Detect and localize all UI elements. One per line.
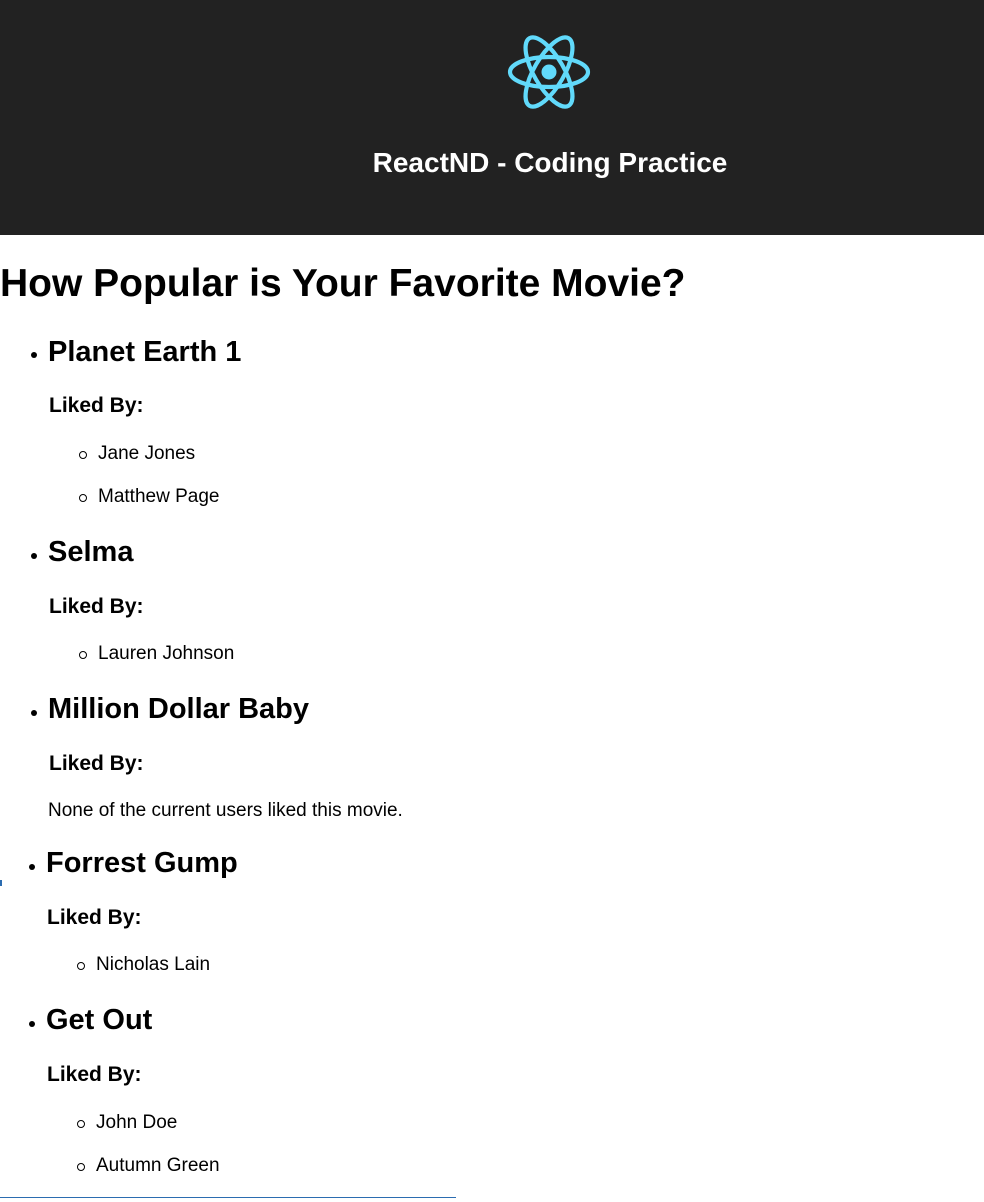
movie-title: Million Dollar Baby	[48, 693, 310, 725]
user-list-item: Nicholas Lain	[0, 952, 400, 978]
movie-title: Planet Earth 1	[48, 336, 242, 368]
user-list-item: Matthew Page	[0, 484, 400, 510]
movie-bullet	[29, 1021, 35, 1027]
movie-bullet	[31, 352, 37, 358]
user-list-item: Autumn Green	[0, 1153, 400, 1179]
user-bullet	[77, 1163, 85, 1171]
user-name: Jane Jones	[98, 443, 196, 464]
user-name: Matthew Page	[98, 486, 220, 507]
liked-by-label: Liked By:	[49, 752, 144, 775]
movie-bullet	[31, 553, 37, 559]
movie-list: Planet Earth 1 Liked By: Jane Jones Matt…	[0, 0, 984, 1202]
user-name: Lauren Johnson	[98, 643, 235, 664]
liked-by-label: Liked By:	[49, 394, 144, 417]
movie-title: Selma	[48, 536, 134, 568]
movie-title: Forrest Gump	[46, 847, 238, 879]
movie-title: Get Out	[46, 1004, 153, 1036]
user-list-item: Lauren Johnson	[0, 641, 400, 667]
user-name: John Doe	[96, 1112, 178, 1133]
liked-by-label: Liked By:	[47, 906, 142, 929]
liked-by-label: Liked By:	[47, 1063, 142, 1086]
empty-message: None of the current users liked this mov…	[48, 800, 403, 821]
user-bullet	[79, 451, 87, 459]
liked-by-label: Liked By:	[49, 595, 144, 618]
user-bullet	[79, 651, 87, 659]
movie-bullet	[31, 710, 37, 716]
user-bullet	[77, 1120, 85, 1128]
user-name: Nicholas Lain	[96, 954, 211, 975]
user-list-item: John Doe	[0, 1110, 400, 1136]
movie-bullet	[29, 864, 35, 870]
user-bullet	[79, 494, 87, 502]
user-bullet	[77, 962, 85, 970]
user-list-item: Jane Jones	[0, 441, 400, 467]
left-edge-marker	[0, 880, 2, 886]
user-name: Autumn Green	[96, 1155, 220, 1176]
bottom-divider	[0, 1197, 456, 1198]
